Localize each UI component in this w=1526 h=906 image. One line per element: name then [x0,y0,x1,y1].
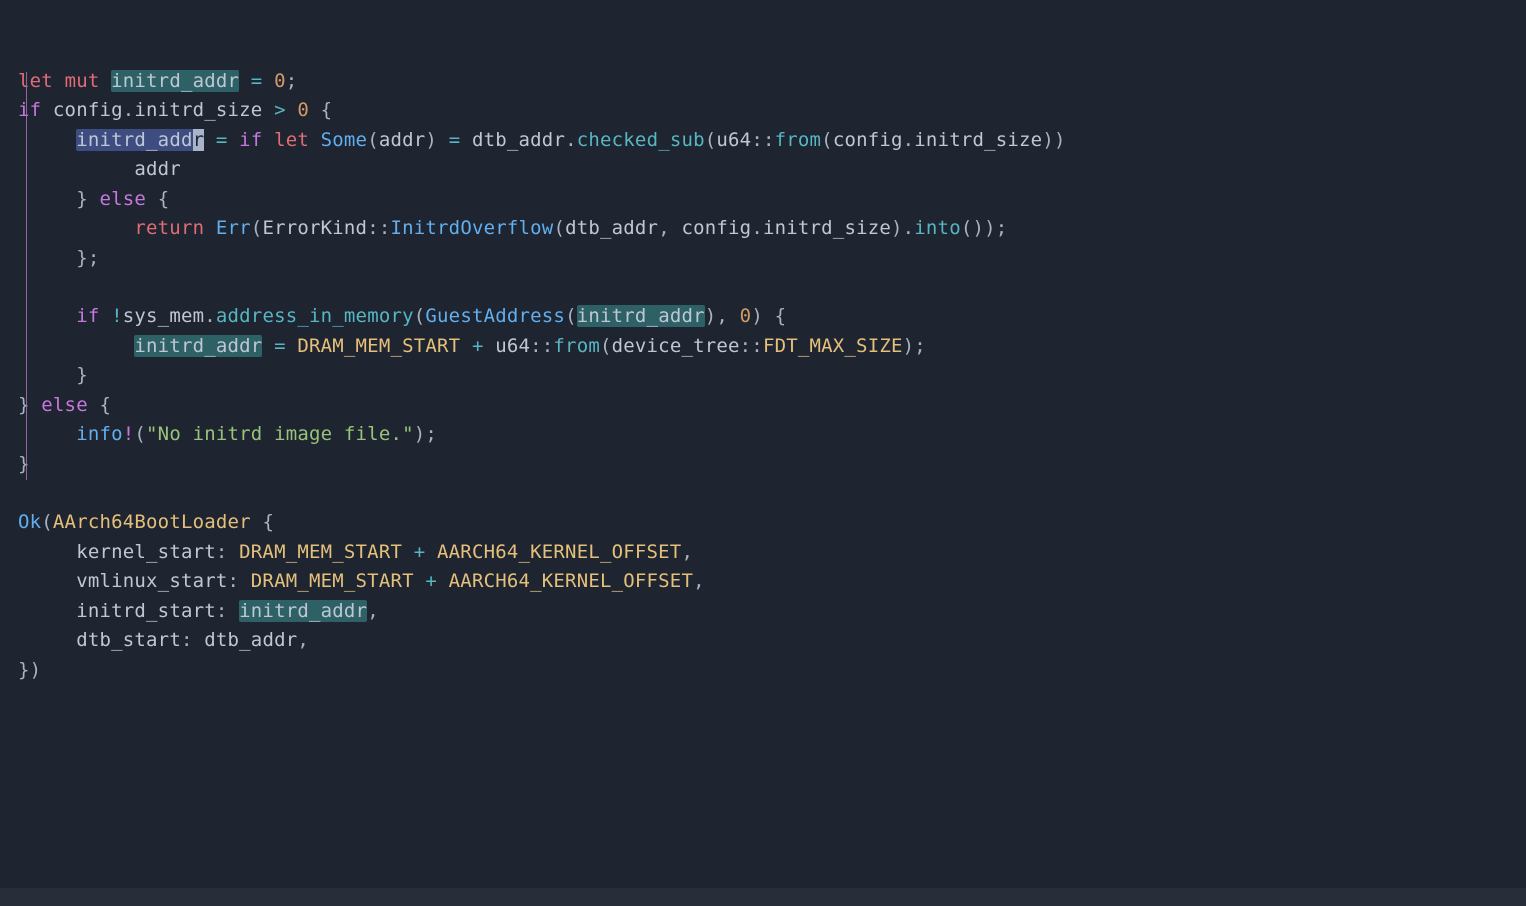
code-line: return Err(ErrorKind::InitrdOverflow(dtb… [18,217,1007,239]
code-line: initrd_start: initrd_addr, [18,600,379,622]
code-line: } else { [18,394,111,416]
indent-guide [26,72,27,480]
code-line: }) [18,659,41,681]
code-line [18,276,30,298]
code-line: } [18,364,88,386]
code-line: vmlinux_start: DRAM_MEM_START + AARCH64_… [18,570,705,592]
code-line [18,482,30,504]
code-line: kernel_start: DRAM_MEM_START + AARCH64_K… [18,541,693,563]
code-line: addr [18,158,181,180]
code-line: } [18,453,30,475]
text-cursor: r [193,129,205,151]
code-line: Ok(AArch64BootLoader { [18,511,274,533]
code-line: if config.initrd_size > 0 { [18,99,332,121]
code-line: dtb_start: dtb_addr, [18,629,309,651]
code-line: if !sys_mem.address_in_memory(GuestAddre… [18,305,786,327]
code-line: initrd_addr = if let Some(addr) = dtb_ad… [18,129,1066,151]
code-line: } else { [18,188,169,210]
code-line: initrd_addr = DRAM_MEM_START + u64::from… [18,335,926,357]
code-line: let mut initrd_addr = 0; [18,70,297,92]
code-editor[interactable]: let mut initrd_addr = 0; if config.initr… [0,0,1526,693]
code-line: }; [18,247,99,269]
status-bar [0,888,1526,906]
code-line: info!("No initrd image file."); [18,423,437,445]
